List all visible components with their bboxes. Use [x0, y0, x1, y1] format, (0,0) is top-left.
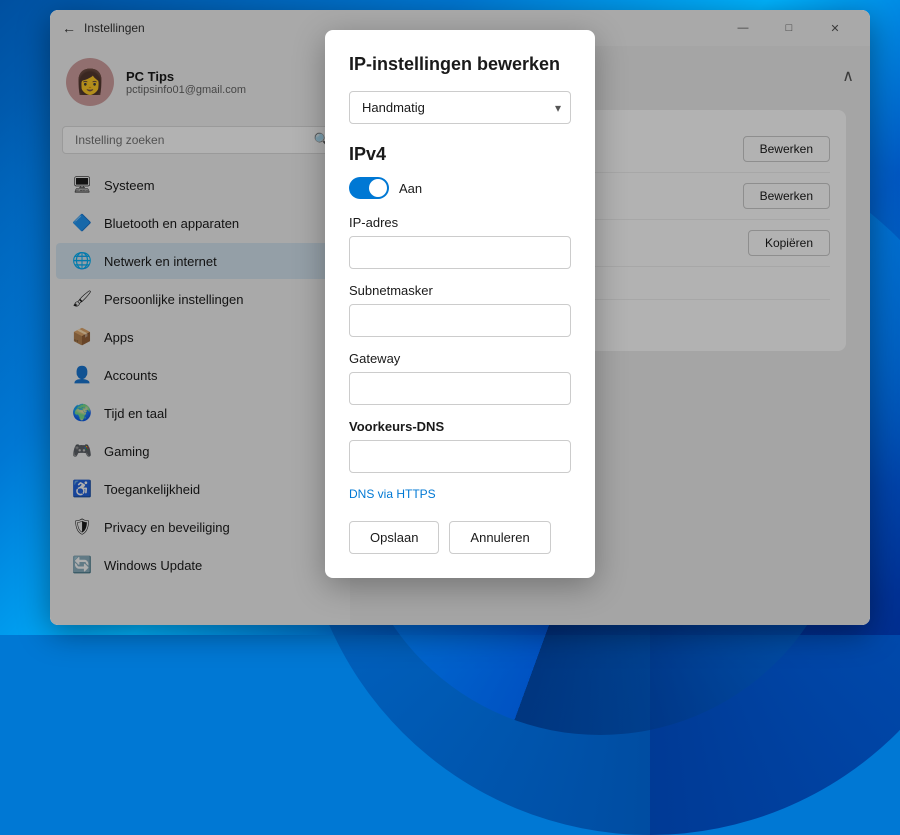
- ipv4-section-title: IPv4: [349, 144, 571, 165]
- gateway-input[interactable]: [349, 372, 571, 405]
- voorkeurs-dns-input[interactable]: [349, 440, 571, 473]
- subnetmasker-input[interactable]: [349, 304, 571, 337]
- modal-overlay: IP-instellingen bewerken Automatisch (DH…: [50, 10, 870, 625]
- settings-window: ← Instellingen — □ ✕ 👩 PC Tips pctipsinf…: [50, 10, 870, 625]
- gateway-field-group: Gateway: [349, 351, 571, 405]
- ipv4-toggle[interactable]: [349, 177, 389, 199]
- modal-title: IP-instellingen bewerken: [349, 54, 571, 75]
- gateway-label: Gateway: [349, 351, 571, 366]
- subnetmasker-label: Subnetmasker: [349, 283, 571, 298]
- modal-select-wrap: Automatisch (DHCP) Handmatig ▾: [349, 91, 571, 124]
- ip-settings-modal: IP-instellingen bewerken Automatisch (DH…: [325, 30, 595, 578]
- ip-adres-label: IP-adres: [349, 215, 571, 230]
- ipv4-toggle-row: Aan: [349, 177, 571, 199]
- ip-mode-select[interactable]: Automatisch (DHCP) Handmatig: [349, 91, 571, 124]
- ip-adres-input[interactable]: [349, 236, 571, 269]
- ip-adres-field-group: IP-adres: [349, 215, 571, 269]
- voorkeurs-dns-label: Voorkeurs-DNS: [349, 419, 571, 434]
- voorkeurs-dns-field-group: Voorkeurs-DNS: [349, 419, 571, 473]
- modal-footer: Opslaan Annuleren: [349, 521, 571, 554]
- cancel-button[interactable]: Annuleren: [449, 521, 550, 554]
- toggle-label: Aan: [399, 181, 422, 196]
- subnetmasker-field-group: Subnetmasker: [349, 283, 571, 337]
- save-button[interactable]: Opslaan: [349, 521, 439, 554]
- dns-https-link[interactable]: DNS via HTTPS: [349, 487, 571, 501]
